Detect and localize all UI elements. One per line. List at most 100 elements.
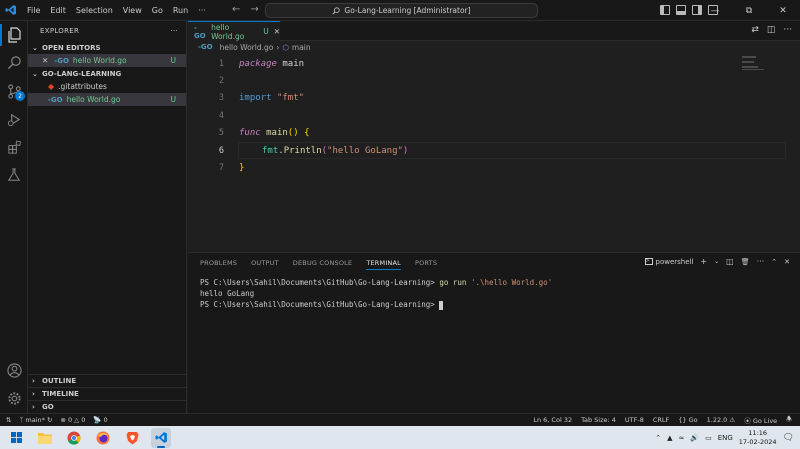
go-file-icon: -GO	[54, 56, 69, 65]
go-live-button[interactable]: ⦿ Go Live	[744, 415, 777, 425]
ports-status[interactable]: 📡 0	[93, 416, 107, 424]
vscode-taskbar-icon[interactable]	[151, 427, 171, 448]
terminal-output[interactable]: PS C:\Users\Sahil\Documents\GitHub\Go-La…	[200, 277, 552, 310]
chrome-icon[interactable]	[64, 428, 84, 448]
eol[interactable]: CRLF	[653, 416, 669, 424]
chevron-up-icon[interactable]: ⌃	[655, 434, 661, 442]
tab-size[interactable]: Tab Size: 4	[581, 416, 616, 424]
close-window-icon[interactable]: ✕	[766, 0, 800, 21]
battery-icon[interactable]: ▭	[705, 434, 712, 442]
brace-close: }	[239, 163, 245, 173]
source-control-icon[interactable]: 2	[5, 82, 25, 101]
function-name: main	[266, 128, 288, 138]
minimap[interactable]	[742, 55, 768, 71]
run-debug-icon[interactable]	[5, 110, 23, 128]
testing-icon[interactable]	[5, 166, 23, 184]
panel-tabs: PROBLEMS OUTPUT DEBUG CONSOLE TERMINAL P…	[200, 259, 437, 270]
symbol-cube-icon: ⬡	[282, 42, 289, 52]
encoding[interactable]: UTF-8	[625, 416, 644, 424]
wifi-icon[interactable]: ≈	[678, 434, 684, 442]
code-editor[interactable]: 1 package main 2 3 import "fmt" 4 5 func…	[188, 53, 800, 252]
brave-icon[interactable]	[122, 428, 142, 448]
manage-gear-icon[interactable]	[5, 389, 23, 407]
restore-icon[interactable]: ⧉	[732, 0, 766, 21]
code-line: 1 package main	[188, 55, 800, 72]
breadcrumb-file[interactable]: hello World.go	[220, 43, 274, 52]
close-panel-icon[interactable]: ✕	[784, 258, 790, 266]
explorer-more-button[interactable]: ···	[170, 27, 178, 35]
menu-more[interactable]: ···	[193, 6, 211, 15]
branch-status[interactable]: ᛉ main* ↻	[19, 416, 52, 424]
remote-icon[interactable]: ⇅	[6, 416, 11, 424]
string-literal: "hello GoLang"	[327, 145, 403, 156]
search-activity-icon[interactable]	[5, 53, 23, 71]
maximize-panel-icon[interactable]: ⌃	[771, 258, 777, 266]
sidebar-bottom-sections: › OUTLINE › TIMELINE › GO	[28, 374, 186, 413]
file-item-hello-world[interactable]: -GO hello World.go U	[28, 93, 186, 106]
status-bar: ⇅ ᛉ main* ↻ ⊗ 0 △ 0 📡 0 Ln 6, Col 32 Tab…	[0, 413, 800, 426]
location-icon[interactable]: ▲	[667, 434, 672, 442]
toggle-primary-sidebar-icon[interactable]	[660, 5, 670, 15]
compare-changes-icon[interactable]: ⇄	[751, 25, 759, 35]
keyword-import: import	[239, 93, 272, 103]
project-section[interactable]: ⌄ GO-LANG-LEARNING	[28, 67, 186, 80]
windows-start-icon[interactable]	[6, 428, 26, 448]
file-item-gitattributes[interactable]: ◆ .gitattributes	[28, 80, 186, 93]
firefox-icon[interactable]	[93, 428, 113, 448]
menu-run[interactable]: Run	[168, 6, 193, 15]
split-terminal-icon[interactable]: ◫	[726, 257, 734, 266]
tab-problems[interactable]: PROBLEMS	[200, 259, 237, 270]
split-editor-icon[interactable]: ◫	[767, 25, 776, 35]
tab-close-icon[interactable]: ✕	[274, 27, 280, 36]
file-explorer-icon[interactable]	[35, 428, 55, 448]
open-editor-item[interactable]: ✕ -GO hello World.go U	[28, 54, 186, 67]
tab-output[interactable]: OUTPUT	[251, 259, 279, 270]
tab-terminal[interactable]: TERMINAL	[366, 259, 401, 270]
notifications-bell-icon[interactable]: 🕭	[786, 415, 792, 426]
open-editors-section[interactable]: ⌄ OPEN EDITORS	[28, 41, 186, 54]
status-left: ⇅ ᛉ main* ↻ ⊗ 0 △ 0 📡 0	[0, 416, 108, 424]
go-section[interactable]: › GO	[28, 400, 186, 413]
minimize-icon[interactable]: —	[698, 0, 732, 21]
terminal-shell-selector[interactable]: > powershell	[644, 257, 694, 266]
clock[interactable]: 11:16 17-02-2024	[739, 429, 777, 447]
close-editor-icon[interactable]: ✕	[42, 56, 48, 65]
timeline-section[interactable]: › TIMELINE	[28, 387, 186, 400]
input-language[interactable]: ENG	[718, 434, 733, 442]
outline-section[interactable]: › OUTLINE	[28, 374, 186, 387]
breadcrumb-symbol[interactable]: main	[292, 43, 311, 52]
menu-file[interactable]: File	[22, 6, 45, 15]
more-actions-icon[interactable]: ···	[757, 257, 765, 266]
vscode-logo-icon[interactable]	[0, 4, 22, 16]
trash-icon[interactable]: 🗑	[741, 258, 750, 266]
line-number: 7	[218, 163, 224, 173]
menu-view[interactable]: View	[118, 6, 147, 15]
menu-edit[interactable]: Edit	[45, 6, 71, 15]
go-version[interactable]: 1.22.0 ⚠	[707, 416, 736, 424]
cursor-position[interactable]: Ln 6, Col 32	[533, 416, 572, 424]
nav-back-button[interactable]: ←	[232, 4, 240, 15]
editor-tab[interactable]: -GO hello World.go U ✕	[188, 21, 280, 41]
nav-forward-button[interactable]: →	[250, 4, 258, 15]
volume-icon[interactable]: 🔊	[690, 434, 699, 442]
language-name: Go	[688, 416, 698, 424]
tab-ports[interactable]: PORTS	[415, 259, 437, 270]
accounts-icon[interactable]	[5, 361, 23, 379]
windows-taskbar: ⌃ ▲ ≈ 🔊 ▭ ENG 11:16 17-02-2024 🗨	[0, 426, 800, 449]
explorer-icon[interactable]	[5, 26, 23, 44]
menu-go[interactable]: Go	[147, 6, 168, 15]
command-center-search[interactable]: Go-Lang-Learning [Administrator]	[265, 3, 538, 18]
line-number: 2	[218, 75, 224, 86]
menu-selection[interactable]: Selection	[71, 6, 118, 15]
notification-center-icon[interactable]: 🗨	[783, 433, 794, 443]
toggle-panel-icon[interactable]	[676, 5, 686, 15]
new-terminal-icon[interactable]: +	[700, 257, 707, 266]
package-name: main	[276, 58, 305, 69]
extensions-icon[interactable]	[5, 138, 23, 156]
tab-debug-console[interactable]: DEBUG CONSOLE	[293, 259, 353, 270]
shell-name: powershell	[655, 257, 694, 266]
more-actions-icon[interactable]: ···	[783, 25, 792, 35]
problems-status[interactable]: ⊗ 0 △ 0	[60, 416, 85, 424]
language-mode[interactable]: {} Go	[678, 416, 697, 424]
chevron-down-icon[interactable]: ⌄	[714, 258, 719, 265]
